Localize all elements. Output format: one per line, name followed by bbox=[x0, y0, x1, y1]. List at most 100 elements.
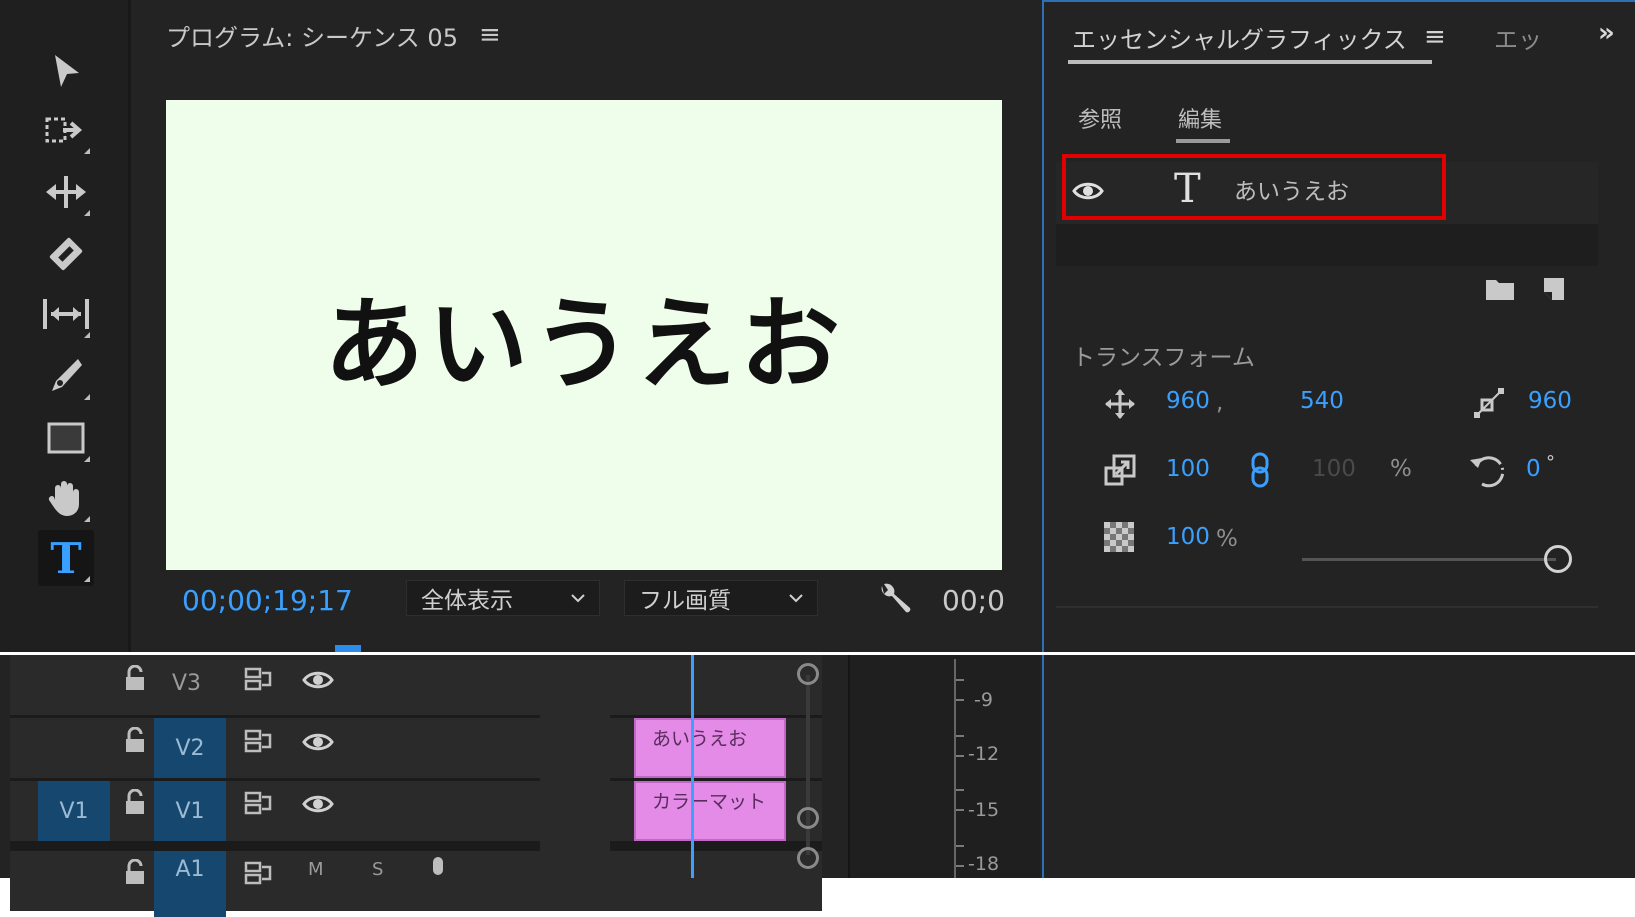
pen-icon bbox=[52, 359, 82, 391]
submenu-corner-icon bbox=[84, 332, 90, 338]
meter-label: -9 bbox=[974, 689, 993, 711]
zoom-level-select[interactable]: 全体表示 bbox=[406, 580, 600, 616]
wrench-icon[interactable] bbox=[876, 582, 912, 618]
scrollbar-handle-top[interactable] bbox=[797, 663, 819, 685]
canvas-title-text[interactable]: あいうえお bbox=[324, 263, 844, 408]
clip-color-matte[interactable]: カラーマット bbox=[634, 781, 786, 841]
opacity-slider-knob[interactable] bbox=[1544, 545, 1572, 573]
meter-label: -15 bbox=[968, 799, 1000, 821]
tab-browse[interactable]: 参照 bbox=[1078, 102, 1122, 134]
submenu-corner-icon bbox=[84, 576, 90, 582]
program-monitor-panel: プログラム: シーケンス 05 ≡ あいうえお 00;00;19;17 全体表示… bbox=[136, 0, 1032, 652]
essential-graphics-panel: エッセンシャルグラフィックス ≡ エッ » 参照 編集 T あいうえお トランス… bbox=[1042, 0, 1635, 652]
opacity-unit: % bbox=[1216, 526, 1238, 552]
folder-icon[interactable] bbox=[1484, 276, 1516, 302]
lock-icon[interactable] bbox=[124, 727, 146, 753]
track-target-a1[interactable]: A1 bbox=[154, 851, 226, 917]
razor-tool-button[interactable] bbox=[38, 226, 94, 282]
submenu-corner-icon bbox=[84, 456, 90, 462]
meter-label: -18 bbox=[968, 853, 1000, 875]
ripple-edit-icon bbox=[46, 176, 86, 208]
rotation-unit: ° bbox=[1546, 452, 1555, 473]
lock-icon[interactable] bbox=[124, 789, 146, 815]
track-label-v3[interactable]: V3 bbox=[172, 671, 201, 696]
sync-lock-icon[interactable] bbox=[244, 861, 272, 885]
lock-icon[interactable] bbox=[124, 665, 146, 691]
playback-resolution-select[interactable]: フル画質 bbox=[624, 580, 818, 616]
meter-tick bbox=[956, 845, 964, 847]
rectangle-icon bbox=[47, 422, 85, 454]
type-tool-button[interactable]: T bbox=[38, 530, 94, 586]
top-region: T プログラム: シーケンス 05 ≡ あいうえお 00;00;19;17 全体… bbox=[0, 0, 1635, 652]
eye-icon[interactable] bbox=[302, 731, 334, 753]
position-icon bbox=[1105, 389, 1135, 419]
scale-value[interactable]: 100 bbox=[1166, 456, 1210, 482]
scrollbar-handle-audio[interactable] bbox=[797, 847, 819, 869]
scale-linked-value: 100 bbox=[1312, 456, 1356, 482]
anchor-x-value[interactable]: 960 bbox=[1528, 388, 1572, 414]
sync-lock-icon[interactable] bbox=[244, 729, 272, 753]
sync-lock-icon[interactable] bbox=[244, 791, 272, 815]
sync-lock-icon[interactable] bbox=[244, 667, 272, 691]
track-target-v2[interactable]: V2 bbox=[154, 718, 226, 778]
submenu-corner-icon bbox=[84, 516, 90, 522]
duration-timecode: 00;0 bbox=[942, 584, 1005, 617]
solo-button[interactable]: S bbox=[372, 859, 383, 880]
playhead-timecode[interactable]: 00;00;19;17 bbox=[182, 584, 353, 617]
program-canvas[interactable]: あいうえお bbox=[166, 100, 1002, 570]
slip-tool-button[interactable] bbox=[38, 286, 94, 342]
submenu-corner-icon bbox=[84, 210, 90, 216]
link-icon[interactable] bbox=[1250, 452, 1270, 488]
anchor-point-icon bbox=[1474, 388, 1504, 418]
position-y-value[interactable]: 540 bbox=[1300, 388, 1344, 414]
eye-icon[interactable] bbox=[302, 669, 334, 691]
chevron-down-icon bbox=[789, 594, 803, 603]
meter-tick bbox=[956, 789, 964, 791]
hand-tool-button[interactable] bbox=[38, 470, 94, 526]
opacity-slider-track[interactable] bbox=[1302, 558, 1556, 561]
essential-graphics-tab[interactable]: エッセンシャルグラフィックス bbox=[1072, 20, 1407, 55]
playback-resolution-value: フル画質 bbox=[639, 588, 731, 614]
scale-icon bbox=[1104, 454, 1136, 486]
clip-label: あいうえお bbox=[652, 728, 748, 750]
program-monitor-title[interactable]: プログラム: シーケンス 05 bbox=[166, 18, 458, 53]
lock-icon[interactable] bbox=[124, 859, 146, 885]
ripple-edit-tool-button[interactable] bbox=[38, 164, 94, 220]
pen-tool-button[interactable] bbox=[38, 348, 94, 404]
type-tool-icon: T bbox=[50, 533, 82, 583]
selection-tool-button[interactable] bbox=[38, 44, 94, 100]
active-tab-underline bbox=[1176, 139, 1230, 143]
track-label-a1: A1 bbox=[175, 857, 205, 882]
scale-unit: % bbox=[1390, 456, 1412, 482]
rotation-value[interactable]: 0 bbox=[1526, 456, 1541, 482]
opacity-value[interactable]: 100 bbox=[1166, 524, 1210, 550]
transform-section-label: トランスフォーム bbox=[1072, 345, 1255, 371]
meter-tick bbox=[956, 679, 964, 681]
mute-button[interactable]: M bbox=[308, 859, 324, 880]
tab-edit[interactable]: 編集 bbox=[1178, 102, 1222, 134]
tools-panel: T bbox=[0, 0, 131, 652]
submenu-corner-icon bbox=[84, 148, 90, 154]
track-label-v2: V2 bbox=[175, 735, 205, 761]
audio-meter-panel: -9 -12 -15 -18 bbox=[848, 655, 1040, 878]
microphone-icon[interactable] bbox=[428, 857, 448, 881]
eye-icon[interactable] bbox=[302, 793, 334, 815]
rectangle-tool-button[interactable] bbox=[38, 410, 94, 466]
hand-icon bbox=[48, 481, 79, 516]
source-patch-v1[interactable]: V1 bbox=[38, 781, 110, 841]
track-header-gap bbox=[540, 655, 610, 878]
second-panel-tab[interactable]: エッ bbox=[1494, 20, 1542, 55]
track-select-tool-button[interactable] bbox=[38, 102, 94, 158]
playhead-marker[interactable] bbox=[335, 645, 361, 652]
panel-menu-icon[interactable]: ≡ bbox=[1424, 22, 1446, 52]
clip-title[interactable]: あいうえお bbox=[634, 718, 786, 778]
playhead-line[interactable] bbox=[691, 655, 694, 878]
track-target-v1[interactable]: V1 bbox=[154, 781, 226, 841]
annotation-highlight-box bbox=[1062, 154, 1446, 220]
slip-icon bbox=[43, 299, 89, 329]
new-layer-icon[interactable] bbox=[1540, 276, 1568, 302]
scrollbar-handle-bottom[interactable] bbox=[797, 807, 819, 829]
panel-menu-icon[interactable]: ≡ bbox=[479, 20, 501, 50]
position-x-value[interactable]: 960 bbox=[1166, 388, 1210, 414]
more-panels-icon[interactable]: » bbox=[1598, 18, 1615, 48]
